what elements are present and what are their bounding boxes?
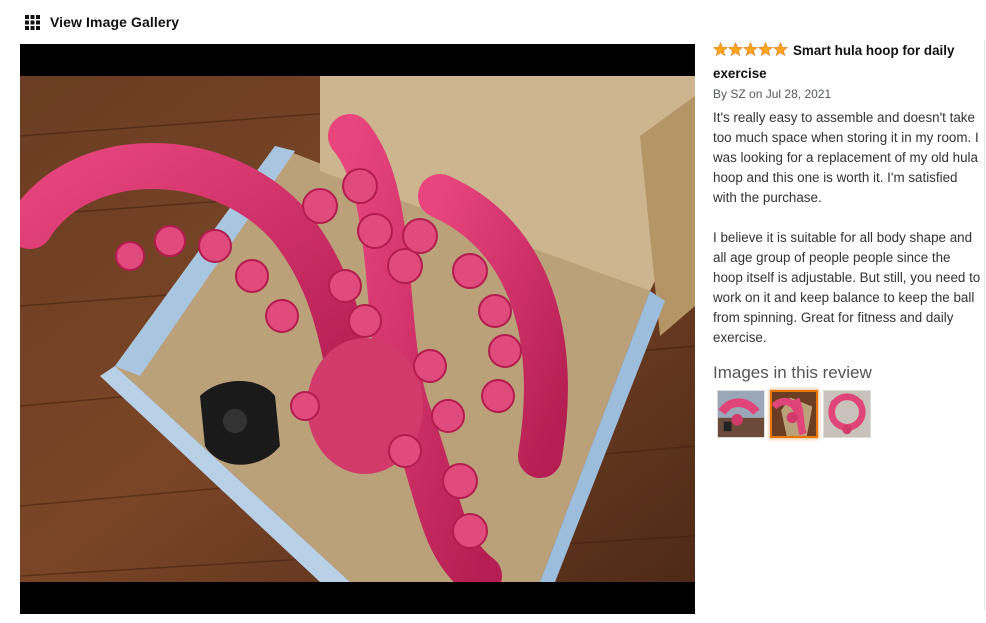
- review-byline: By SZ on Jul 28, 2021: [713, 86, 981, 102]
- by-prefix: By: [713, 87, 728, 101]
- view-image-gallery-link[interactable]: View Image Gallery: [25, 14, 179, 30]
- review-photo[interactable]: [20, 76, 695, 582]
- gallery-label: View Image Gallery: [50, 14, 180, 30]
- panel-divider: [984, 40, 985, 610]
- star-icon: [773, 42, 788, 57]
- review-thumbnail[interactable]: [823, 390, 871, 438]
- review-date: Jul 28, 2021: [765, 87, 832, 101]
- review-title-line: Smart hula hoop for daily exercise: [713, 40, 981, 84]
- thumbnail-strip: [717, 390, 981, 438]
- review-body: It's really easy to assemble and doesn't…: [713, 108, 981, 348]
- star-icon: [713, 42, 728, 57]
- star-icon: [758, 42, 773, 57]
- images-heading: Images in this review: [713, 363, 872, 382]
- star-icon: [728, 42, 743, 57]
- on-prefix: on: [749, 87, 763, 101]
- review-thumbnail-selected[interactable]: [770, 390, 818, 438]
- review-paragraph: I believe it is suitable for all body sh…: [713, 230, 981, 345]
- star-icon: [743, 42, 758, 57]
- grid-icon: [25, 14, 40, 30]
- review-paragraph: It's really easy to assemble and doesn't…: [713, 110, 979, 205]
- review-author: SZ: [730, 87, 746, 101]
- image-viewer: [20, 44, 695, 614]
- review-panel: Smart hula hoop for daily exercise By SZ…: [713, 40, 981, 438]
- review-thumbnail[interactable]: [717, 390, 765, 438]
- star-rating: [713, 42, 788, 63]
